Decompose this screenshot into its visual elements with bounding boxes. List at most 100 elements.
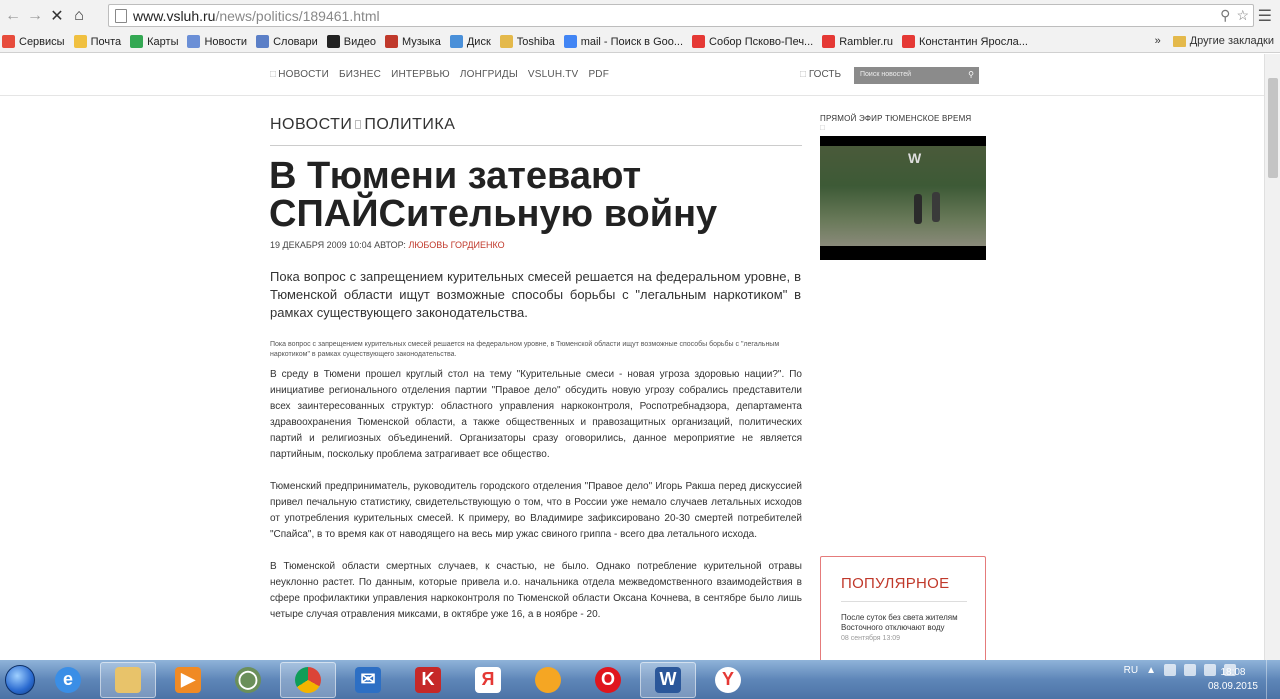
divider <box>270 145 802 146</box>
search-icon[interactable]: ⚲ <box>968 70 974 79</box>
taskbar-app[interactable]: ◯ <box>220 662 276 698</box>
bookmark-item[interactable]: Новости <box>187 35 247 48</box>
site-header: □ НОВОСТИ БИЗНЕС ИНТЕРВЬЮ ЛОНГРИДЫ VSLUH.TV PD… <box>0 54 1264 96</box>
nav-item[interactable]: БИЗНЕС <box>339 69 381 80</box>
forward-arrow-icon[interactable]: → <box>24 5 46 27</box>
nav-item[interactable]: ИНТЕРВЬЮ <box>391 69 450 80</box>
bookmark-item[interactable]: Музыка <box>384 35 441 48</box>
url-host: www.vsluh.ru <box>133 7 216 24</box>
bookmark-item[interactable]: Собор Псково-Печ... <box>692 35 813 48</box>
bookmark-icon <box>256 35 270 48</box>
menu-icon[interactable]: ☰ <box>1258 6 1272 26</box>
search-input[interactable]: Поиск новостей ⚲ <box>854 67 979 84</box>
bookmark-item[interactable]: Видео <box>326 35 376 48</box>
bookmark-icon <box>2 35 15 48</box>
clock-time: 18:08 <box>1220 667 1246 678</box>
bookmark-item[interactable]: Rambler.ru <box>822 35 893 48</box>
article-paragraph: В Тюменской области смертных случаев, к … <box>270 561 802 620</box>
bookmark-label: Новости <box>204 35 248 48</box>
article-paragraph: Тюменский предприниматель, руководитель … <box>270 481 802 540</box>
nav-item[interactable]: НОВОСТИ <box>278 69 329 80</box>
other-bookmarks-button[interactable]: Другие закладки <box>1190 35 1274 47</box>
bookmark-icon <box>449 35 463 48</box>
nav-item[interactable]: PDF <box>588 69 609 80</box>
address-bar[interactable]: www.vsluh.ru/news/politics/189461.html ⚲… <box>108 4 1254 27</box>
bookmark-item[interactable]: mail - Поиск в Goo... <box>563 35 683 48</box>
yandex-browser-icon: Y <box>715 666 741 693</box>
site-nav: □ НОВОСТИ БИЗНЕС ИНТЕРВЬЮ ЛОНГРИДЫ VSLUH.TV PD… <box>270 69 609 80</box>
chrome-icon <box>295 666 321 693</box>
bookmark-item[interactable]: Сервисы <box>2 35 65 48</box>
taskbar-opera[interactable]: O <box>580 662 636 698</box>
nav-icon: □ <box>270 69 277 80</box>
bookmark-item[interactable]: Карты <box>130 35 178 48</box>
taskbar-yandex-browser[interactable]: Y <box>700 662 756 698</box>
start-button[interactable] <box>0 662 40 698</box>
bookmark-item[interactable]: Диск <box>449 35 491 48</box>
taskbar-explorer[interactable] <box>100 661 156 698</box>
sun-icon <box>535 666 561 693</box>
taskbar-app2[interactable] <box>520 662 576 698</box>
browser-toolbar: ← → ✕ ⌂ www.vsluh.ru/news/politics/18946… <box>0 0 1280 31</box>
bookmarks-overflow-button[interactable]: » <box>1155 35 1161 47</box>
breadcrumb: НОВОСТИ ПОЛИТИКА <box>270 116 455 134</box>
network-icon[interactable] <box>1184 664 1196 676</box>
yandex-icon: Я <box>475 666 501 693</box>
nav-item[interactable]: ЛОНГРИДЫ <box>460 69 518 80</box>
windows-taskbar: e ▶ ◯ ✉ K Я O W Y RU ▲ 18:08 08.09.2015 <box>0 660 1280 699</box>
show-desktop-button[interactable] <box>1266 660 1280 699</box>
nav-item[interactable]: VSLUH.TV <box>528 69 579 80</box>
popular-title: ПОПУЛЯРНОЕ <box>841 575 950 592</box>
bookmark-label: Сервисы <box>19 35 65 48</box>
article-body: В среду в Тюмени прошел круглый стол на … <box>270 367 802 639</box>
taskbar-chrome[interactable] <box>280 661 336 698</box>
video-person <box>932 192 940 222</box>
taskbar-yandex[interactable]: Я <box>460 662 516 698</box>
article-date: 19 ДЕКАБРЯ 2009 10:04 АВТОР: <box>270 240 406 250</box>
stop-icon[interactable]: ✕ <box>46 5 68 27</box>
live-stream-label: ПРЯМОЙ ЭФИР ТЮМЕНСКОЕ ВРЕМЯ □ <box>820 114 971 132</box>
bookmark-item[interactable]: Toshiba <box>499 35 555 48</box>
tray-arrow-icon[interactable]: ▲ <box>1146 665 1156 676</box>
page-icon <box>115 8 127 23</box>
popular-item[interactable]: После суток без света жителям Восточного… <box>841 613 967 644</box>
tray-app-icon[interactable] <box>1164 664 1176 676</box>
breadcrumb-politics[interactable]: ПОЛИТИКА <box>364 116 455 133</box>
clock-date: 08.09.2015 <box>1207 681 1258 692</box>
bookmark-icon <box>130 35 144 48</box>
star-icon[interactable]: ☆ <box>1236 7 1249 24</box>
mail-icon: ✉ <box>355 666 381 693</box>
home-icon[interactable]: ⌂ <box>68 5 90 27</box>
bookmark-label: Словари <box>273 35 318 48</box>
scroll-thumb[interactable] <box>1268 78 1278 178</box>
taskbar-media[interactable]: ▶ <box>160 662 216 698</box>
zoom-icon[interactable]: ⚲ <box>1220 7 1230 24</box>
clock[interactable]: 18:08 08.09.2015 <box>1208 666 1258 694</box>
taskbar-mail[interactable]: ✉ <box>340 662 396 698</box>
bookmark-item[interactable]: Почта <box>73 35 121 48</box>
video-player[interactable]: W <box>820 136 986 260</box>
breadcrumb-news[interactable]: НОВОСТИ <box>270 116 352 133</box>
taskbar-kaspersky[interactable]: K <box>400 662 456 698</box>
back-arrow-icon[interactable]: ← <box>2 5 24 27</box>
popular-divider <box>841 601 967 602</box>
bookmark-item[interactable]: Константин Яросла... <box>902 35 1028 48</box>
language-indicator[interactable]: RU <box>1124 665 1138 676</box>
taskbar-ie[interactable]: e <box>40 662 96 698</box>
bookmark-label: Видео <box>343 35 376 48</box>
bookmark-label: Собор Псково-Печ... <box>709 35 814 48</box>
guest-link[interactable]: □ ГОСТЬ <box>800 69 841 80</box>
taskbar-word[interactable]: W <box>640 661 696 698</box>
article-author[interactable]: ЛЮБОВЬ ГОРДИЕНКО <box>408 240 504 250</box>
folder-icon <box>115 666 141 693</box>
search-placeholder: Поиск новостей <box>860 71 912 78</box>
disc-icon: ◯ <box>235 666 261 693</box>
user-icon: □ <box>800 69 807 80</box>
kaspersky-icon: K <box>415 666 441 693</box>
page-scrollbar[interactable] <box>1264 54 1280 660</box>
article-title: В Тюмени затевают СПАЙСительную войну <box>269 155 718 235</box>
bookmark-item[interactable]: Словари <box>256 35 318 48</box>
bookmark-icon <box>499 35 513 48</box>
bookmark-label: Toshiba <box>516 35 555 48</box>
live-stream-title: ПРЯМОЙ ЭФИР ТЮМЕНСКОЕ ВРЕМЯ <box>820 114 972 123</box>
